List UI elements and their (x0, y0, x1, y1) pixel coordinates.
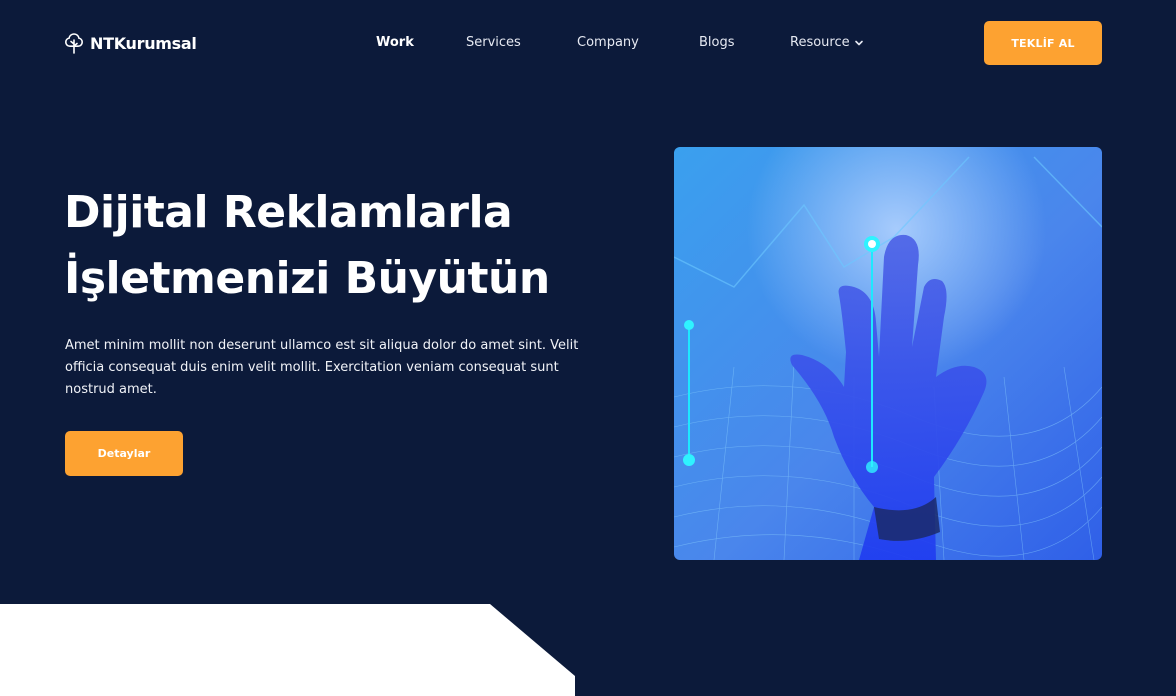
hero-image (674, 147, 1102, 560)
nav-item-company[interactable]: Company (577, 33, 639, 53)
hero-title-line-2: İşletmenizi Büyütün (64, 253, 550, 304)
hero-title: Dijital Reklamlarla İşletmenizi Büyütün (64, 180, 624, 312)
nav-item-resource[interactable]: Resource (790, 33, 864, 53)
nav-item-resource-label: Resource (790, 35, 850, 50)
details-button[interactable]: Detaylar (65, 431, 183, 476)
nav-item-work[interactable]: Work (376, 33, 414, 53)
section-divider (0, 604, 1176, 696)
hero-description: Amet minim mollit non deserunt ullamco e… (65, 338, 579, 397)
chevron-down-icon (854, 40, 863, 46)
nav-item-services[interactable]: Services (466, 33, 521, 53)
navbar: NTKurumsal Work Services Company Blogs R… (0, 0, 1176, 86)
digital-hand-touch-image (674, 147, 1102, 560)
get-quote-button[interactable]: TEKLİF AL (984, 21, 1102, 65)
nav-item-blogs[interactable]: Blogs (699, 33, 735, 53)
hero-title-line-1: Dijital Reklamlarla (64, 187, 513, 238)
